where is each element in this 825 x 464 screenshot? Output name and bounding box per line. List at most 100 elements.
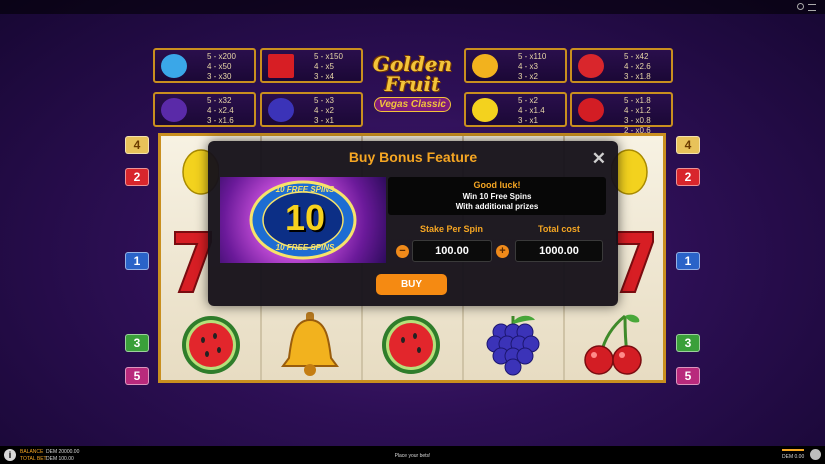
decrease-stake-button[interactable]: − bbox=[396, 245, 409, 258]
seven-icon bbox=[616, 231, 654, 293]
good-luck-text: Good luck! bbox=[473, 180, 521, 190]
win-indicator-bar bbox=[782, 449, 804, 451]
payline-right-tag: 3 bbox=[676, 334, 700, 352]
dialog-title: Buy Bonus Feature bbox=[348, 149, 478, 165]
total-bet-value: DEM 100.00 bbox=[46, 456, 74, 462]
bonus-info-box: Good luck! Win 10 Free Spins With additi… bbox=[388, 177, 606, 215]
paytable-cell: 5 - x200 4 - x50 3 - x30 bbox=[153, 48, 256, 83]
stake-value-field: 100.00 bbox=[412, 240, 492, 262]
win-spins-text: Win 10 Free Spins bbox=[462, 192, 532, 201]
total-cost-label: Total cost bbox=[538, 224, 580, 234]
free-spins-badge: 10 FREE SPINS 10 10 FREE SPINS bbox=[220, 177, 386, 263]
additional-prizes-text: With additional prizes bbox=[455, 202, 539, 211]
cherries-icon bbox=[578, 98, 604, 122]
payline-left-tag: 4 bbox=[125, 136, 149, 154]
paytable-line: 3 - x1.6 bbox=[207, 116, 234, 125]
total-bet-label: TOTAL BET bbox=[20, 456, 47, 462]
paytable-line: 5 - x42 bbox=[624, 52, 649, 61]
payline-left-tag: 3 bbox=[125, 334, 149, 352]
paytable-values: 5 - x32 4 - x2.4 3 - x1.6 bbox=[207, 96, 234, 126]
top-bar bbox=[0, 0, 825, 14]
stake-label: Stake Per Spin bbox=[420, 224, 484, 234]
paytable-line: 4 - x2 bbox=[314, 106, 335, 115]
plum-icon bbox=[161, 98, 187, 122]
clock-icon bbox=[797, 3, 804, 10]
settings-icon[interactable] bbox=[810, 449, 821, 460]
paytable-cell: 5 - x2 4 - x1.4 3 - x1 bbox=[464, 92, 567, 127]
payline-right-tag: 5 bbox=[676, 367, 700, 385]
payline-left-tag: 2 bbox=[125, 168, 149, 186]
buy-button[interactable]: BUY bbox=[376, 274, 447, 295]
status-message: Place your bets! bbox=[394, 453, 431, 459]
paytable-values: 5 - x42 4 - x2.6 3 - x1.8 bbox=[624, 52, 651, 82]
win-value: DEM 0.00 bbox=[782, 454, 805, 460]
paytable-cell: 5 - x110 4 - x3 3 - x2 bbox=[464, 48, 567, 83]
grapes-icon bbox=[486, 315, 540, 376]
badge-number: 10 bbox=[284, 197, 326, 238]
paytable-line: 4 - x1.4 bbox=[518, 106, 545, 115]
paytable-line: 4 - x3 bbox=[518, 62, 539, 71]
payline-right-tag: 1 bbox=[676, 252, 700, 270]
payline-left-tag: 5 bbox=[125, 367, 149, 385]
paytable-line: 3 - x0.8 bbox=[624, 116, 651, 125]
paytable-line: 3 - x1.8 bbox=[624, 72, 651, 81]
badge-bottom-text: 10 FREE SPINS bbox=[275, 243, 335, 252]
payline-left-tag: 1 bbox=[125, 252, 149, 270]
watermelon-icon bbox=[578, 54, 604, 78]
paytable-cell: 5 - x1.8 4 - x1.2 3 - x0.8 2 - x0.6 bbox=[570, 92, 673, 135]
seven-icon bbox=[268, 54, 294, 78]
paytable-cell: 5 - x150 4 - x5 3 - x4 bbox=[260, 48, 363, 83]
watermelon-icon bbox=[382, 316, 440, 374]
paytable-line: 5 - x2 bbox=[518, 96, 539, 105]
grapes-icon bbox=[268, 98, 294, 122]
close-icon[interactable]: ✕ bbox=[592, 149, 606, 169]
paytable-line: 4 - x1.2 bbox=[624, 106, 651, 115]
paytable-cell: 5 - x32 4 - x2.4 3 - x1.6 bbox=[153, 92, 256, 127]
total-cost-field: 1000.00 bbox=[515, 240, 603, 262]
status-bar: i BALANCE DEM 20000.00 TOTAL BET DEM 100… bbox=[0, 446, 825, 464]
logo-line3: Vegas Classic bbox=[374, 97, 451, 112]
paytable-values: 5 - x2 4 - x1.4 3 - x1 bbox=[518, 96, 545, 126]
game-logo: Golden Fruit Vegas Classic bbox=[365, 54, 460, 124]
paytable-line: 5 - x3 bbox=[314, 96, 335, 105]
balance-value: DEM 20000.00 bbox=[46, 449, 80, 455]
paytable-line: 4 - x2.4 bbox=[207, 106, 234, 115]
diamond-icon bbox=[161, 54, 187, 78]
paytable-line: 4 - x2.6 bbox=[624, 62, 651, 71]
paytable-line: 5 - x150 bbox=[314, 52, 343, 61]
paytable-line: 3 - x30 bbox=[207, 72, 232, 81]
increase-stake-button[interactable]: + bbox=[496, 245, 509, 258]
paytable-cell: 5 - x42 4 - x2.6 3 - x1.8 bbox=[570, 48, 673, 83]
paytable-line: 4 - x5 bbox=[314, 62, 335, 71]
badge-top-text: 10 FREE SPINS bbox=[275, 185, 335, 194]
window-controls[interactable] bbox=[797, 3, 819, 11]
paytable-line: 3 - x1 bbox=[518, 116, 539, 125]
payline-right-tag: 2 bbox=[676, 168, 700, 186]
lemon-icon bbox=[472, 98, 498, 122]
cherries-icon bbox=[584, 314, 642, 375]
paytable-line: 5 - x200 bbox=[207, 52, 236, 61]
bell-icon bbox=[281, 312, 339, 376]
menu-icon[interactable] bbox=[808, 4, 816, 11]
paytable-line: 5 - x110 bbox=[518, 52, 547, 61]
paytable-line: 5 - x1.8 bbox=[624, 96, 651, 105]
paytable-line: 3 - x2 bbox=[518, 72, 539, 81]
watermelon-icon bbox=[182, 316, 240, 374]
paytable-cell: 5 - x3 4 - x2 3 - x1 bbox=[260, 92, 363, 127]
logo-line2: Fruit bbox=[384, 72, 441, 96]
paytable-line: 5 - x32 bbox=[207, 96, 232, 105]
paytable-values: 5 - x150 4 - x5 3 - x4 bbox=[314, 52, 343, 82]
balance-label: BALANCE bbox=[20, 449, 44, 455]
paytable-values: 5 - x3 4 - x2 3 - x1 bbox=[314, 96, 334, 126]
payline-right-tag: 4 bbox=[676, 136, 700, 154]
paytable-values: 5 - x110 4 - x3 3 - x2 bbox=[518, 52, 546, 82]
paytable-values: 5 - x1.8 4 - x1.2 3 - x0.8 2 - x0.6 bbox=[624, 96, 651, 136]
paytable-line: 3 - x4 bbox=[314, 72, 335, 81]
buy-bonus-dialog: Buy Bonus Feature ✕ 10 FREE SPINS 10 10 … bbox=[208, 141, 618, 306]
paytable-line: 3 - x1 bbox=[314, 116, 335, 125]
paytable-values: 5 - x200 4 - x50 3 - x30 bbox=[207, 52, 236, 82]
bell-icon bbox=[472, 54, 498, 78]
paytable-line: 4 - x50 bbox=[207, 62, 232, 71]
logo-line1: Golden bbox=[372, 52, 453, 76]
info-icon[interactable]: i bbox=[4, 449, 16, 461]
